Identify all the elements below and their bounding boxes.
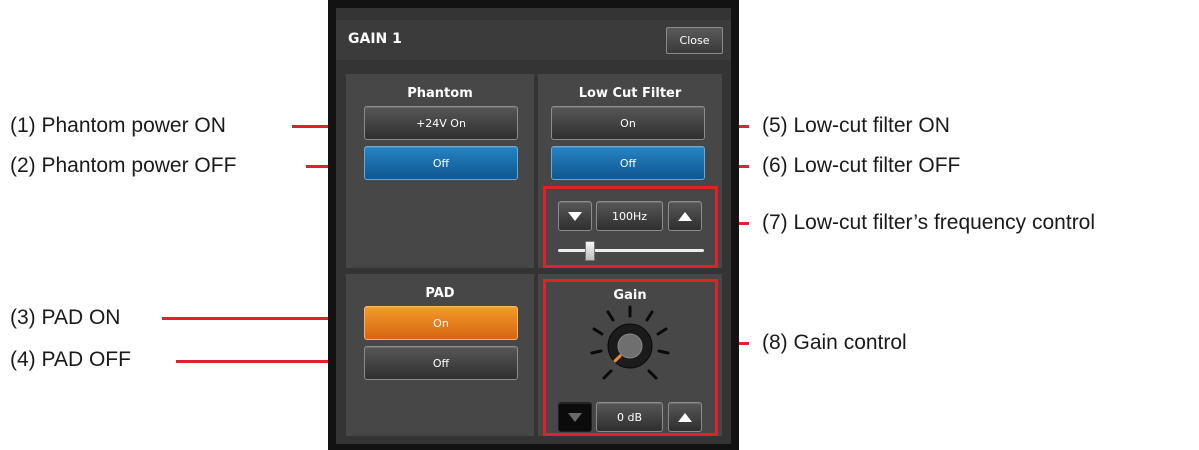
- triangle-up-icon: [678, 412, 692, 422]
- gain-knob-icon[interactable]: [590, 304, 670, 384]
- triangle-down-icon: [568, 211, 582, 221]
- callout-pad-on: (3) PAD ON: [10, 306, 121, 329]
- lowcut-panel: Low Cut Filter On Off 100Hz: [538, 74, 722, 268]
- gain-up-button[interactable]: [668, 402, 702, 432]
- lowcut-frequency-up-button[interactable]: [668, 201, 702, 231]
- lowcut-title: Low Cut Filter: [578, 86, 682, 101]
- pad-on-button[interactable]: On: [364, 306, 518, 340]
- phantom-panel: Phantom +24V On Off: [346, 74, 534, 268]
- dialog-title: GAIN 1: [348, 31, 402, 47]
- gain-panel: Gain 0 dB: [538, 274, 722, 436]
- phantom-title: Phantom: [407, 86, 473, 101]
- phantom-off-button[interactable]: Off: [364, 146, 518, 180]
- lowcut-frequency-slider-thumb[interactable]: [585, 241, 596, 261]
- pad-off-button[interactable]: Off: [364, 346, 518, 380]
- callout-gain-control: (8) Gain control: [762, 331, 907, 354]
- callout-lowcut-off: (6) Low-cut filter OFF: [762, 154, 961, 177]
- callout-lowcut-on: (5) Low-cut filter ON: [762, 114, 950, 137]
- lowcut-off-button[interactable]: Off: [551, 146, 705, 180]
- pad-panel: PAD On Off: [346, 274, 534, 436]
- triangle-up-icon: [678, 211, 692, 221]
- triangle-down-icon: [568, 412, 582, 422]
- callout-lowcut-frequency: (7) Low-cut filter’s frequency control: [762, 211, 1096, 234]
- callout-pad-off: (4) PAD OFF: [10, 348, 131, 371]
- gain-down-button[interactable]: [558, 402, 592, 432]
- callout-phantom-off: (2) Phantom power OFF: [10, 154, 237, 177]
- phantom-on-button[interactable]: +24V On: [364, 106, 518, 140]
- dialog-titlebar: GAIN 1 Close: [336, 20, 731, 60]
- close-button[interactable]: Close: [666, 27, 723, 54]
- gain-dialog: GAIN 1 Close Phantom +24V On Off PAD On …: [328, 0, 739, 450]
- gain-title: Gain: [613, 288, 647, 303]
- gain-value[interactable]: 0 dB: [596, 402, 663, 432]
- callout-phantom-on: (1) Phantom power ON: [10, 114, 226, 137]
- dialog-body: GAIN 1 Close Phantom +24V On Off PAD On …: [336, 8, 731, 444]
- lowcut-frequency-value[interactable]: 100Hz: [596, 201, 663, 231]
- lowcut-frequency-slider-track[interactable]: [558, 249, 704, 252]
- pad-title: PAD: [425, 286, 455, 301]
- lowcut-on-button[interactable]: On: [551, 106, 705, 140]
- lowcut-frequency-down-button[interactable]: [558, 201, 592, 231]
